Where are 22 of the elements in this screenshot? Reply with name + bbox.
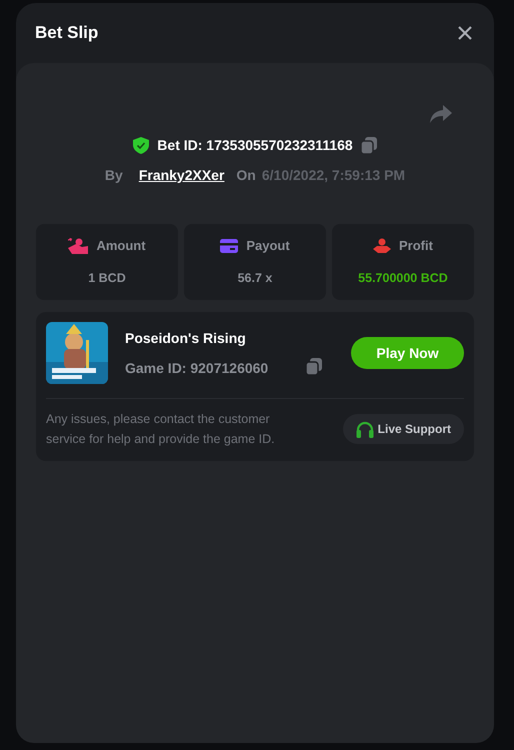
on-label: On bbox=[236, 166, 256, 185]
stat-value: 56.7 x bbox=[238, 270, 272, 288]
stat-label: Amount bbox=[96, 236, 146, 255]
bet-date: 6/10/2022, 7:59:13 PM bbox=[262, 166, 406, 185]
support-note: Any issues, please contact the customer service for help and provide the game ID. bbox=[46, 411, 276, 448]
stat-value: 1 BCD bbox=[88, 270, 126, 288]
by-label: By bbox=[104, 166, 123, 185]
stat-value: 55.700000 BCD bbox=[358, 270, 448, 288]
verified-shield-icon bbox=[133, 137, 150, 154]
copy-icon[interactable] bbox=[306, 358, 322, 374]
bet-id: Bet ID: 1735305570232311168 bbox=[157, 136, 353, 155]
stat-label: Payout bbox=[246, 236, 290, 255]
game-title: Poseidon's Rising bbox=[125, 328, 247, 348]
headset-icon bbox=[356, 420, 374, 438]
dialog-title: Bet Slip bbox=[35, 22, 98, 44]
copy-icon[interactable] bbox=[360, 137, 377, 154]
live-support-button[interactable]: Live Support bbox=[342, 414, 464, 444]
close-icon[interactable] bbox=[458, 26, 472, 40]
stat-label: Profit bbox=[399, 236, 433, 255]
game-id: Game ID: 9207126060 bbox=[125, 358, 268, 378]
user-link[interactable]: Franky2XXer bbox=[138, 165, 224, 186]
share-icon[interactable] bbox=[430, 105, 452, 123]
